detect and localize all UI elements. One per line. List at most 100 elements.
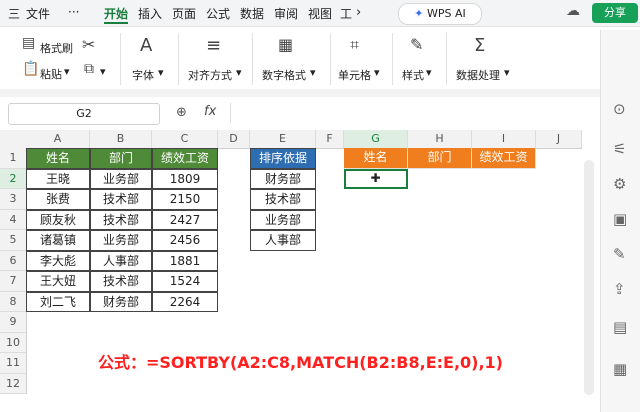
- row-header-1[interactable]: 1: [0, 148, 27, 169]
- hamburger-icon[interactable]: 三: [8, 5, 20, 22]
- column-header-C[interactable]: C: [152, 130, 218, 149]
- align-dropdown-icon[interactable]: ▾: [236, 66, 242, 79]
- style-icon[interactable]: ✎: [410, 35, 423, 54]
- table-cell[interactable]: 人事部: [90, 250, 152, 271]
- pin-icon[interactable]: ⊙: [613, 100, 626, 118]
- table-cell[interactable]: 李大彪: [26, 250, 90, 271]
- row-header-2[interactable]: 2: [0, 168, 27, 189]
- share-button[interactable]: 分享: [592, 3, 638, 23]
- table-cell[interactable]: 财务部: [90, 291, 152, 312]
- table-cell[interactable]: 刘二飞: [26, 291, 90, 312]
- style-dropdown-icon[interactable]: ▾: [426, 66, 432, 79]
- settings-sliders-icon[interactable]: ⚙: [613, 175, 626, 193]
- table-header-cell[interactable]: 部门: [90, 148, 152, 169]
- data-processing-button[interactable]: 数据处理: [456, 67, 500, 83]
- cloud-upload-icon[interactable]: ☁: [566, 3, 580, 19]
- table-cell[interactable]: 1881: [152, 250, 218, 271]
- table-cell[interactable]: 王大妞: [26, 271, 90, 292]
- cell-icon[interactable]: ⌗: [350, 35, 359, 55]
- table-cell[interactable]: 诸葛镇: [26, 230, 90, 251]
- sort-header-cell[interactable]: 排序依据: [250, 148, 316, 169]
- table-cell[interactable]: 技术部: [90, 271, 152, 292]
- table-cell[interactable]: 技术部: [90, 189, 152, 210]
- column-header-G[interactable]: G: [344, 130, 408, 149]
- table-cell[interactable]: 王晓: [26, 168, 90, 189]
- format-painter-icon[interactable]: ▤: [22, 35, 35, 51]
- number-format-dropdown-icon[interactable]: ▾: [310, 66, 316, 79]
- formula-input[interactable]: [230, 103, 591, 123]
- row-header-6[interactable]: 6: [0, 250, 27, 271]
- grid-icon[interactable]: ▦: [613, 360, 627, 378]
- table-cell[interactable]: 2456: [152, 230, 218, 251]
- table-cell[interactable]: 业务部: [90, 168, 152, 189]
- row-header-10[interactable]: 10: [0, 332, 27, 353]
- align-icon[interactable]: ≡: [206, 35, 221, 56]
- wps-ai-button[interactable]: ✦ WPS AI: [398, 3, 482, 25]
- column-header-J[interactable]: J: [536, 130, 582, 149]
- name-box[interactable]: G2: [8, 103, 160, 125]
- copy-dropdown-icon[interactable]: ▾: [100, 65, 106, 78]
- cell-button[interactable]: 单元格: [338, 67, 371, 83]
- table-cell[interactable]: 顾友秋: [26, 209, 90, 230]
- tab-tools[interactable]: 工: [340, 5, 352, 22]
- sort-item-cell[interactable]: 业务部: [250, 209, 316, 230]
- row-header-11[interactable]: 11: [0, 353, 27, 374]
- table-cell[interactable]: 1809: [152, 168, 218, 189]
- edit-icon[interactable]: ✎: [613, 245, 626, 263]
- data-processing-dropdown-icon[interactable]: ▾: [504, 66, 510, 79]
- row-header-9[interactable]: 9: [0, 312, 27, 333]
- sum-icon[interactable]: Σ: [474, 35, 485, 56]
- row-header-4[interactable]: 4: [0, 209, 27, 230]
- number-format-icon[interactable]: ▦: [278, 35, 293, 54]
- table-cell[interactable]: 1524: [152, 271, 218, 292]
- tab-formula[interactable]: 公式: [206, 5, 230, 22]
- table-header-cell[interactable]: 绩效工资: [152, 148, 218, 169]
- column-header-E[interactable]: E: [250, 130, 316, 149]
- table-header-cell[interactable]: 姓名: [26, 148, 90, 169]
- paste-dropdown-icon[interactable]: ▾: [64, 65, 70, 78]
- scissors-icon[interactable]: ✂: [82, 35, 95, 54]
- column-header-B[interactable]: B: [90, 130, 152, 149]
- tab-insert[interactable]: 插入: [138, 5, 162, 22]
- row-header-5[interactable]: 5: [0, 230, 27, 251]
- number-format-button[interactable]: 数字格式: [262, 67, 306, 83]
- result-header-cell[interactable]: 部门: [408, 148, 472, 169]
- tab-data[interactable]: 数据: [240, 5, 264, 22]
- font-icon[interactable]: A: [140, 35, 152, 56]
- filter-icon[interactable]: ⚟: [613, 140, 626, 158]
- style-button[interactable]: 样式: [402, 67, 424, 83]
- share-icon[interactable]: ⇪: [613, 280, 626, 298]
- column-header-I[interactable]: I: [472, 130, 536, 149]
- chart-icon[interactable]: ▤: [613, 318, 627, 336]
- result-header-cell[interactable]: 绩效工资: [472, 148, 536, 169]
- menu-more[interactable]: ···: [68, 5, 79, 19]
- table-cell[interactable]: 2150: [152, 189, 218, 210]
- image-icon[interactable]: ▣: [613, 210, 627, 228]
- sort-item-cell[interactable]: 技术部: [250, 189, 316, 210]
- menu-file[interactable]: 文件: [26, 5, 50, 22]
- row-header-12[interactable]: 12: [0, 373, 27, 394]
- tab-page[interactable]: 页面: [172, 5, 196, 22]
- table-cell[interactable]: 技术部: [90, 209, 152, 230]
- result-header-cell[interactable]: 姓名: [344, 148, 408, 169]
- table-cell[interactable]: 业务部: [90, 230, 152, 251]
- cell-dropdown-icon[interactable]: ▾: [374, 66, 380, 79]
- table-cell[interactable]: 2264: [152, 291, 218, 312]
- column-header-H[interactable]: H: [408, 130, 472, 149]
- fx-icon[interactable]: fx: [204, 104, 216, 119]
- selected-cell-G2[interactable]: ✚: [344, 168, 408, 189]
- paste-button[interactable]: 粘贴: [40, 66, 62, 82]
- vertical-scrollbar[interactable]: [584, 160, 594, 395]
- align-button[interactable]: 对齐方式: [188, 67, 232, 83]
- tab-home[interactable]: 开始: [104, 5, 128, 22]
- column-header-A[interactable]: A: [26, 130, 90, 149]
- copy-icon[interactable]: ⧉: [84, 61, 94, 77]
- column-header-D[interactable]: D: [218, 130, 250, 149]
- sort-item-cell[interactable]: 人事部: [250, 230, 316, 251]
- table-cell[interactable]: 张费: [26, 189, 90, 210]
- zoom-search-icon[interactable]: ⊕: [176, 105, 187, 120]
- sort-item-cell[interactable]: 财务部: [250, 168, 316, 189]
- tab-view[interactable]: 视图: [308, 5, 332, 22]
- row-header-8[interactable]: 8: [0, 291, 27, 312]
- paste-icon[interactable]: 📋: [22, 61, 39, 77]
